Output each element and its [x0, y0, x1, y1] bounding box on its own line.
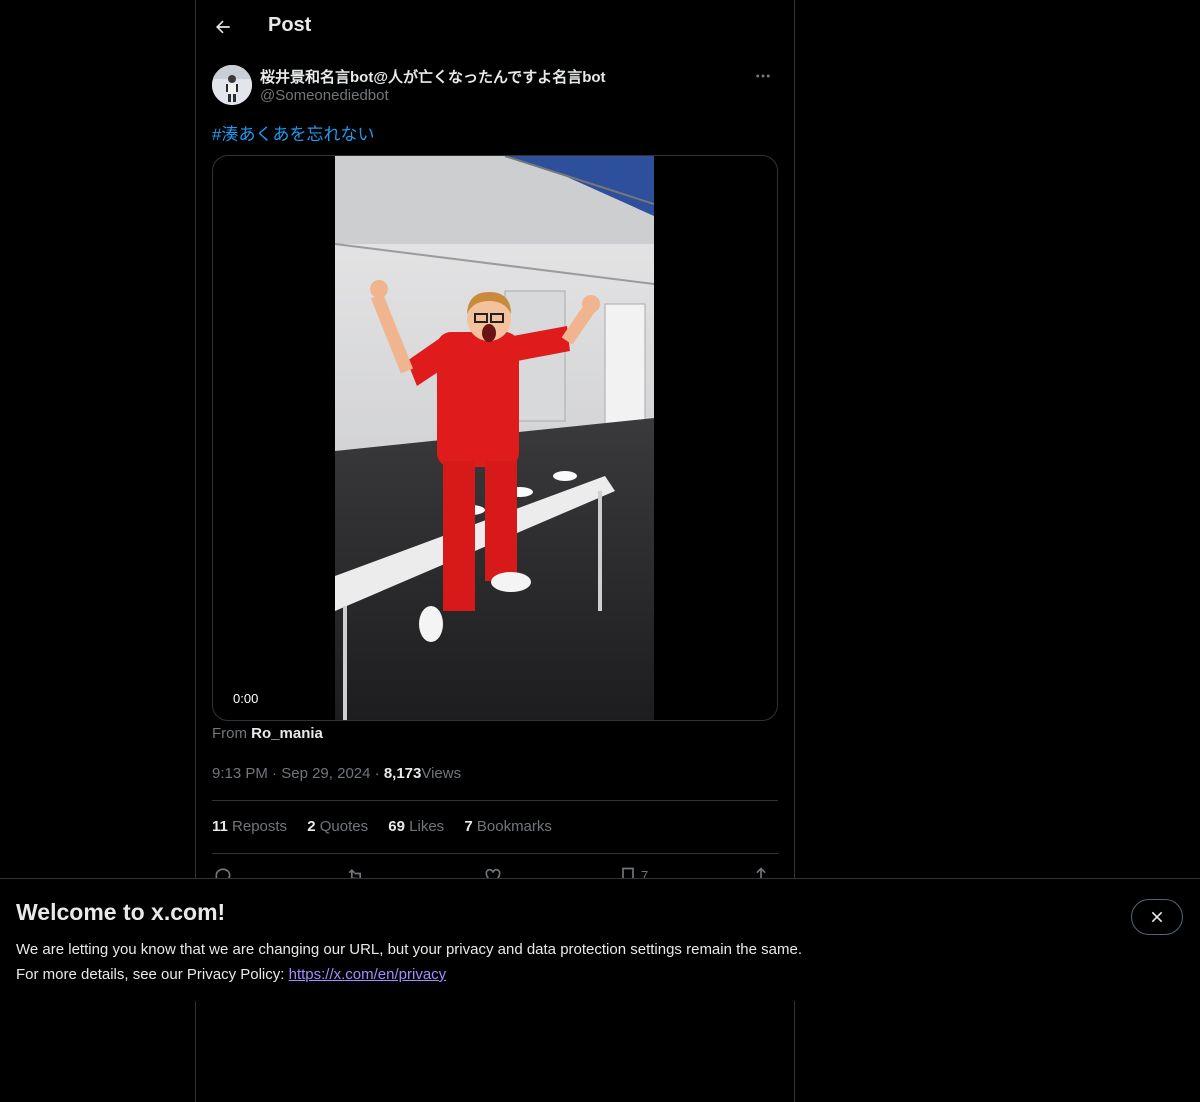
banner-line-1: We are letting you know that we are chan…: [16, 941, 802, 958]
video-thumbnail: [335, 156, 654, 720]
avatar[interactable]: [212, 65, 252, 105]
back-button[interactable]: [208, 12, 238, 42]
views-label: Views: [421, 765, 462, 782]
post-stats: 11 Reposts 2 Quotes 69 Likes 7 Bookmarks: [212, 818, 568, 835]
more-horizontal-icon: [756, 74, 770, 78]
avatar-image: [212, 65, 252, 105]
views-count: 8,173: [383, 765, 422, 782]
divider: [212, 853, 778, 854]
author-name[interactable]: 桜井景和名言bot@人が亡くなったんですよ名言bot: [260, 66, 606, 87]
quotes-count: 2: [307, 818, 316, 835]
close-banner-button[interactable]: [1131, 899, 1183, 935]
quotes-label: Quotes: [319, 818, 369, 835]
post-author: 桜井景和名言bot@人が亡くなったんですよ名言bot @Someonediedb…: [212, 64, 778, 108]
source-prefix: From: [212, 725, 247, 742]
source-account-link[interactable]: Ro_mania: [251, 725, 323, 742]
banner-title: Welcome to x.com!: [16, 899, 226, 925]
meta-separator: ·: [272, 765, 278, 782]
close-icon: [1151, 911, 1163, 923]
page-title: Post: [268, 14, 312, 36]
privacy-policy-link[interactable]: https://x.com/en/privacy: [289, 966, 447, 983]
arrow-left-icon: [216, 20, 230, 34]
author-handle[interactable]: @Someonediedbot: [260, 87, 389, 104]
quotes-stat[interactable]: 2 Quotes: [307, 818, 368, 835]
video-timestamp: 0:00: [233, 691, 259, 706]
video-player[interactable]: 0:00: [212, 155, 778, 721]
banner-line-2-prefix: For more details, see our Privacy Policy…: [16, 966, 285, 983]
post-date[interactable]: Sep 29, 2024: [281, 765, 370, 782]
hashtag-link[interactable]: #湊あくあを忘れない: [212, 120, 374, 145]
post-metadata: 9:13 PM · Sep 29, 2024 · 8,173Views: [212, 765, 461, 782]
url-change-banner: Welcome to x.com! We are letting you kno…: [0, 878, 1200, 1001]
divider: [212, 800, 778, 801]
more-options-button[interactable]: [748, 64, 778, 88]
video-frame: [335, 156, 654, 720]
likes-count: 69: [388, 818, 405, 835]
reposts-stat[interactable]: 11 Reposts: [212, 818, 287, 835]
banner-text: We are letting you know that we are chan…: [16, 937, 802, 987]
likes-stat[interactable]: 69 Likes: [388, 818, 444, 835]
banner-line-2: For more details, see our Privacy Policy…: [16, 962, 802, 987]
post-header: Post: [196, 0, 794, 54]
reposts-count: 11: [212, 818, 228, 835]
bookmarks-stat[interactable]: 7 Bookmarks: [464, 818, 552, 835]
bookmarks-count: 7: [464, 818, 473, 835]
media-source: From Ro_mania: [212, 725, 323, 742]
bookmarks-label: Bookmarks: [476, 818, 552, 835]
post-time[interactable]: 9:13 PM: [212, 765, 268, 782]
reposts-label: Reposts: [232, 818, 288, 835]
meta-separator: ·: [374, 765, 380, 782]
likes-label: Likes: [409, 818, 445, 835]
